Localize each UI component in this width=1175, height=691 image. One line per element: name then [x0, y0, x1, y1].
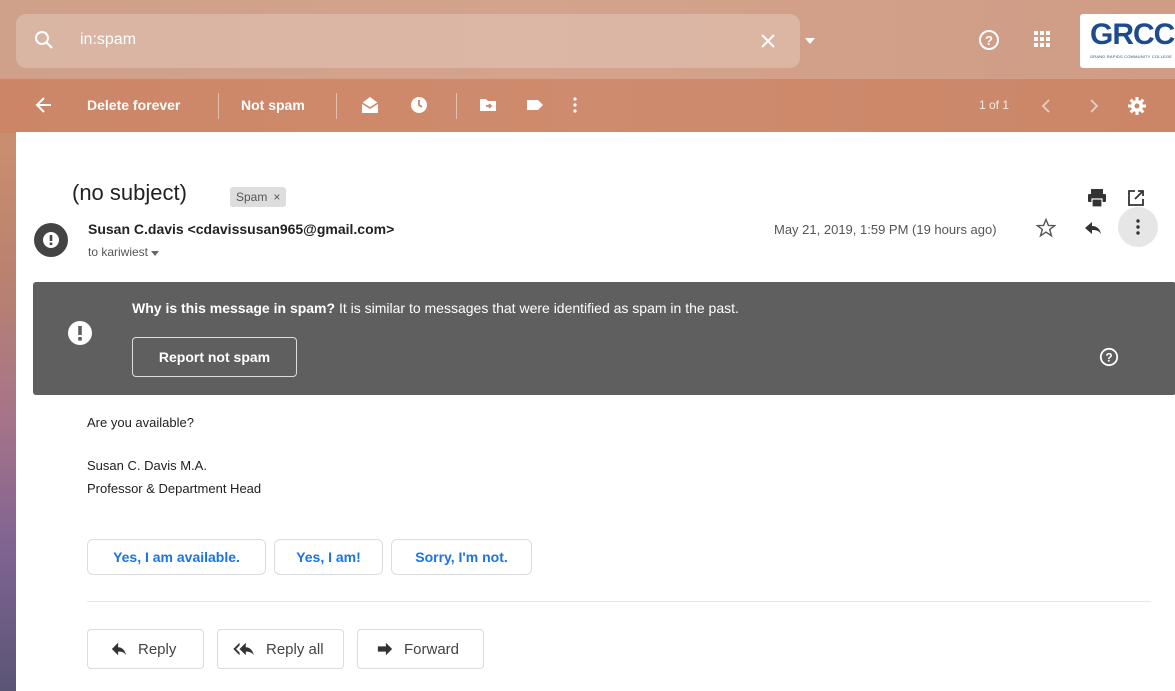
open-new-window-icon[interactable] — [1127, 189, 1145, 207]
reply-all-label: Reply all — [266, 640, 324, 658]
spam-warning-banner: Why is this message in spam? It is simil… — [33, 282, 1175, 395]
page-counter: 1 of 1 — [979, 98, 1010, 112]
print-icon[interactable] — [1087, 189, 1107, 207]
mark-read-icon[interactable] — [360, 95, 380, 115]
reply-all-button[interactable]: Reply all — [217, 629, 344, 669]
more-options-button[interactable] — [1118, 207, 1158, 247]
sender-avatar[interactable] — [34, 223, 68, 257]
forward-icon — [377, 642, 393, 656]
search-icon[interactable] — [34, 30, 54, 50]
report-not-spam-button[interactable]: Report not spam — [132, 337, 297, 377]
signature-title: Professor & Department Head — [87, 481, 262, 496]
sender-name[interactable]: Susan C.davis <cdavissusan965@gmail.com> — [88, 221, 394, 237]
recipient-text: to kariwiest — [88, 245, 149, 259]
search-bar[interactable]: in:spam — [16, 14, 815, 68]
help-icon[interactable]: ? — [978, 29, 1000, 51]
search-input[interactable]: in:spam — [80, 31, 136, 49]
apps-grid-icon[interactable] — [1033, 30, 1051, 48]
star-icon[interactable] — [1036, 218, 1056, 238]
reply-all-icon — [233, 642, 254, 656]
section-divider — [87, 601, 1151, 602]
toolbar-divider — [218, 93, 219, 119]
spam-warning-title: Why is this message in spam? — [132, 300, 336, 316]
snooze-clock-icon[interactable] — [409, 95, 429, 115]
spam-warning-explanation: It is similar to messages that were iden… — [335, 300, 739, 316]
spam-warning-text: Why is this message in spam? It is simil… — [132, 300, 739, 316]
smart-reply-button[interactable]: Yes, I am available. — [87, 539, 266, 575]
spam-label-text: Spam — [236, 190, 268, 204]
move-to-folder-icon[interactable] — [478, 95, 498, 115]
toolbar-divider — [336, 93, 337, 119]
not-spam-button[interactable]: Not spam — [241, 97, 305, 113]
forward-button[interactable]: Forward — [357, 629, 484, 669]
grcc-logo[interactable]: GRCC GRAND RAPIDS COMMUNITY COLLEGE — [1080, 14, 1175, 68]
reply-arrow-icon[interactable] — [1083, 218, 1103, 238]
label-icon[interactable] — [525, 95, 545, 115]
message-date: May 21, 2019, 1:59 PM (19 hours ago) — [774, 222, 997, 237]
caret-down-icon[interactable] — [805, 38, 815, 44]
close-icon[interactable] — [758, 31, 778, 51]
chevron-right-icon[interactable] — [1089, 98, 1099, 114]
toolbar-divider — [456, 93, 457, 119]
back-arrow-icon[interactable] — [34, 95, 54, 115]
reply-button[interactable]: Reply — [87, 629, 204, 669]
message-subject: (no subject) — [72, 180, 187, 205]
chevron-left-icon[interactable] — [1041, 98, 1051, 114]
svg-text:?: ? — [1105, 351, 1112, 365]
logo-subtext: GRAND RAPIDS COMMUNITY COLLEGE — [1090, 54, 1173, 59]
more-options-icon[interactable] — [572, 95, 578, 115]
recipient-line[interactable]: to kariwiest — [88, 245, 160, 259]
settings-gear-icon[interactable] — [1127, 96, 1147, 116]
alert-icon — [67, 320, 93, 346]
forward-label: Forward — [404, 640, 460, 658]
spam-label-chip[interactable]: Spam × — [230, 187, 287, 207]
svg-text:?: ? — [985, 33, 993, 48]
vertical-dots-icon — [1136, 219, 1140, 235]
smart-reply-button[interactable]: Sorry, I'm not. — [391, 539, 532, 575]
reply-icon — [111, 642, 127, 656]
reply-label: Reply — [138, 640, 177, 658]
delete-forever-button[interactable]: Delete forever — [87, 97, 180, 113]
message-body-text: Are you available? — [87, 415, 194, 430]
smart-reply-button[interactable]: Yes, I am! — [274, 539, 383, 575]
remove-label-icon[interactable]: × — [273, 190, 280, 204]
message-panel — [16, 132, 1175, 691]
signature-name: Susan C. Davis M.A. — [87, 458, 207, 473]
message-toolbar: Delete forever Not spam 1 of 1 — [0, 78, 1175, 133]
logo-text: GRCC — [1090, 18, 1175, 51]
help-icon[interactable]: ? — [1099, 347, 1119, 367]
caret-down-icon[interactable] — [151, 251, 160, 256]
top-bar: in:spam ? GRCC GRAND RAPIDS COMMUNITY CO… — [0, 0, 1175, 78]
